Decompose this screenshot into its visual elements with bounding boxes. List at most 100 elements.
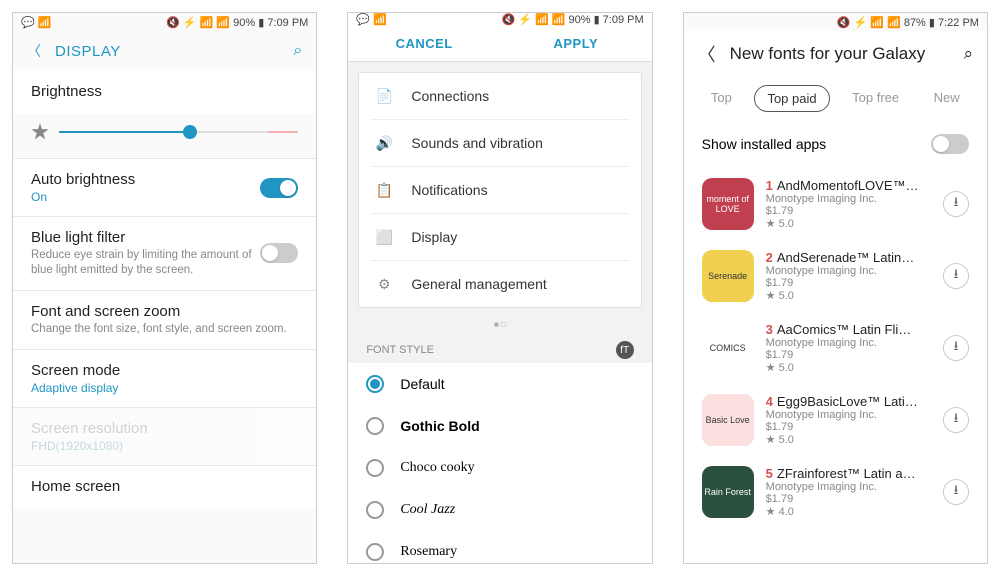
app-icon: Rain Forest [702, 466, 754, 518]
sun-icon [31, 123, 49, 141]
status-left: 💬 📶 [21, 16, 51, 29]
download-button[interactable]: ⭳ [943, 263, 969, 289]
settings-category-display[interactable]: ⬜ Display [359, 214, 640, 260]
font-option-default[interactable]: Default [348, 363, 651, 405]
tab-new[interactable]: New [922, 85, 972, 112]
settings-category-sounds-and-vibration[interactable]: 🔊 Sounds and vibration [359, 120, 640, 166]
app-row[interactable]: moment of LOVE1AndMomentofLOVE™…Monotype… [684, 168, 987, 240]
app-row[interactable]: Basic Love 4 Egg9BasicLove™ Lati…Monotype … [684, 384, 987, 456]
status-right: 🔇 ⚡ 📶 📶 90% ▮ 7:09 PM [501, 13, 643, 26]
app-list: moment of LOVE1AndMomentofLOVE™…Monotype… [684, 168, 987, 528]
download-button[interactable]: ⭳ [943, 335, 969, 361]
font-name: Choco cooky [400, 460, 474, 476]
blue-light-toggle[interactable] [260, 243, 298, 263]
font-settings-icon[interactable]: fT [616, 341, 634, 359]
app-info: 2AndSerenade™ Latin…Monotype Imaging Inc… [766, 250, 931, 302]
font-style-screen: 💬 📶 🔇 ⚡ 📶 📶 90% ▮ 7:09 PM CANCEL APPLY 📄… [347, 12, 652, 564]
app-row[interactable]: Rain Forest5ZFrainforest™ Latin a…Monoty… [684, 456, 987, 528]
font-zoom-desc: Change the font size, font style, and sc… [31, 322, 298, 337]
app-rank: 4 [766, 394, 773, 409]
category-icon: 📄 [375, 87, 393, 105]
auto-brightness-row[interactable]: Auto brightness On [13, 159, 316, 216]
font-option-rosemary[interactable]: Rosemary [348, 531, 651, 564]
show-installed-label: Show installed apps [702, 136, 827, 152]
radio-icon [366, 459, 384, 477]
show-installed-toggle[interactable] [931, 134, 969, 154]
screen-mode-row[interactable]: Screen mode Adaptive display [13, 350, 316, 407]
back-icon[interactable]: 〈 [698, 41, 716, 67]
app-publisher: Monotype Imaging Inc. [766, 409, 931, 421]
app-row[interactable]: COMICS3AaComics™ Latin Fli…Monotype Imag… [684, 312, 987, 384]
tabs: Top Top paid Top free New [684, 77, 987, 120]
status-right: 🔇 ⚡ 📶 📶 87% ▮ 7:22 PM [837, 16, 979, 29]
font-option-choco-cooky[interactable]: Choco cooky [348, 447, 651, 489]
font-option-gothic-bold[interactable]: Gothic Bold [348, 405, 651, 447]
category-label: Sounds and vibration [411, 135, 543, 151]
font-name: Cool Jazz [400, 502, 455, 518]
font-zoom-row[interactable]: Font and screen zoom Change the font siz… [13, 291, 316, 349]
blue-light-row[interactable]: Blue light filter Reduce eye strain by l… [13, 217, 316, 290]
tab-top-paid[interactable]: Top paid [754, 85, 829, 112]
home-screen-row[interactable]: Home screen [13, 466, 316, 509]
tab-top-free[interactable]: Top free [840, 85, 911, 112]
page-title: New fonts for your Galaxy [730, 44, 926, 64]
settings-category-notifications[interactable]: 📋Notifications [359, 167, 640, 213]
app-rank: 1 [766, 178, 773, 193]
tab-top[interactable]: Top [699, 85, 744, 112]
back-icon[interactable]: 〈 [27, 41, 41, 61]
font-option-cool-jazz[interactable]: Cool Jazz [348, 489, 651, 531]
header: CANCEL APPLY [348, 26, 651, 62]
settings-category-connections[interactable]: 📄Connections [359, 73, 640, 119]
brightness-section: Brightness [13, 71, 316, 114]
home-screen-label: Home screen [31, 478, 298, 495]
radio-icon [366, 543, 384, 561]
radio-icon [366, 375, 384, 393]
display-settings-screen: 💬 📶 🔇 ⚡ 📶 📶 90% ▮ 7:09 PM 〈 DISPLAY ⌕ Br… [12, 12, 317, 564]
app-info: 1AndMomentofLOVE™…Monotype Imaging Inc.$… [766, 178, 931, 230]
category-icon: ⚙ [375, 275, 393, 293]
settings-categories-card: 📄Connections 🔊 Sounds and vibration 📋Notifi… [358, 72, 641, 308]
page-title: DISPLAY [55, 43, 121, 60]
app-icon: Serenade [702, 250, 754, 302]
search-icon[interactable]: ⌕ [293, 42, 302, 60]
app-price: $1.79 [766, 421, 931, 433]
page-dots: ■ □ [348, 318, 651, 331]
app-rating: ★ 5.0 [766, 433, 931, 446]
download-button[interactable]: ⭳ [943, 407, 969, 433]
header: 〈 DISPLAY ⌕ [13, 31, 316, 71]
app-price: $1.79 [766, 493, 931, 505]
font-zoom-label: Font and screen zoom [31, 303, 298, 320]
settings-category-general-management[interactable]: ⚙General management [359, 261, 640, 307]
app-name: Egg9BasicLove™ Lati… [777, 394, 918, 409]
category-icon: 🔊 [375, 134, 393, 152]
search-icon[interactable]: ⌕ [963, 44, 973, 64]
category-label: Display [411, 229, 457, 245]
screen-mode-label: Screen mode [31, 362, 298, 379]
brightness-slider[interactable] [59, 122, 298, 142]
screen-resolution-value: FHD(1920x1080) [31, 439, 298, 453]
header: 〈 New fonts for your Galaxy ⌕ [684, 31, 987, 77]
radio-icon [366, 501, 384, 519]
screen-resolution-label: Screen resolution [31, 420, 298, 437]
cancel-button[interactable]: CANCEL [348, 36, 500, 51]
download-button[interactable]: ⭳ [943, 479, 969, 505]
app-rank: 3 [766, 322, 773, 337]
status-left: 💬 📶 [356, 13, 386, 26]
auto-brightness-label: Auto brightness [31, 171, 260, 188]
auto-brightness-toggle[interactable] [260, 178, 298, 198]
app-row[interactable]: Serenade2AndSerenade™ Latin…Monotype Ima… [684, 240, 987, 312]
apply-button[interactable]: APPLY [500, 36, 652, 51]
font-name: Gothic Bold [400, 418, 479, 434]
auto-brightness-value: On [31, 190, 260, 204]
screen-resolution-row[interactable]: Screen resolution FHD(1920x1080) [13, 408, 316, 465]
blue-light-desc: Reduce eye strain by limiting the amount… [31, 248, 260, 278]
status-bar: 🔇 ⚡ 📶 📶 87% ▮ 7:22 PM [684, 13, 987, 31]
app-icon: moment of LOVE [702, 178, 754, 230]
app-icon: Basic Love [702, 394, 754, 446]
font-name: Default [400, 376, 444, 392]
show-installed-row[interactable]: Show installed apps [684, 120, 987, 168]
download-button[interactable]: ⭳ [943, 191, 969, 217]
app-rank: 2 [766, 250, 773, 265]
font-name: Rosemary [400, 544, 457, 560]
category-icon: ⬜ [375, 228, 393, 246]
